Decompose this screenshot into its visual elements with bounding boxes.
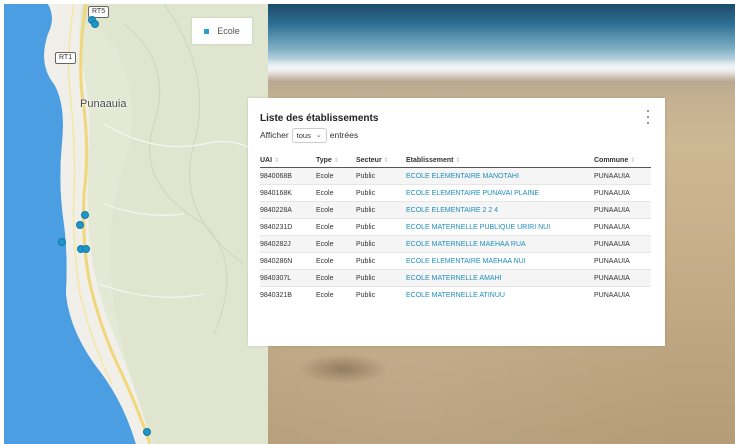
cell-etablissement-link[interactable]: ECOLE MATERNELLE PUBLIQUE URIRI NUI xyxy=(406,218,594,236)
school-marker[interactable] xyxy=(58,238,66,246)
cell-etablissement-link[interactable]: ECOLE MATERNELLE MAEHAA RUA xyxy=(406,235,594,253)
cell-secteur: Public xyxy=(356,269,406,287)
route-badge-rt1: RT1 xyxy=(55,52,77,64)
cell-commune: PUNAAUIA xyxy=(594,184,651,202)
sort-icon: ⇕ xyxy=(333,157,339,164)
cell-type: Ecole xyxy=(316,252,356,270)
cell-uai: 9840231D xyxy=(260,218,316,236)
column-header-type[interactable]: Type ⇕ xyxy=(316,153,356,168)
cell-type: Ecole xyxy=(316,218,356,236)
cell-uai: 9840321B xyxy=(260,286,316,303)
cell-etablissement-link[interactable]: ECOLE ELEMENTAIRE 2 2 4 xyxy=(406,201,594,219)
show-prefix-label: Afficher xyxy=(260,130,289,140)
cell-secteur: Public xyxy=(356,252,406,270)
cell-etablissement-link[interactable]: ECOLE MATERNELLE ATINUU xyxy=(406,286,594,303)
table-row: 9840307L Ecole Public ECOLE MATERNELLE A… xyxy=(260,269,651,287)
cell-commune: PUNAAUIA xyxy=(594,252,651,270)
table-row: 9840321B Ecole Public ECOLE MATERNELLE A… xyxy=(260,286,651,303)
chevron-down-icon: ⌄ xyxy=(315,132,322,139)
page-length-value: tous xyxy=(296,130,311,140)
school-marker[interactable] xyxy=(76,221,84,229)
cell-secteur: Public xyxy=(356,167,406,185)
column-header-secteur[interactable]: Secteur ⇕ xyxy=(356,153,406,168)
table-row: 9840228A Ecole Public ECOLE ELEMENTAIRE … xyxy=(260,201,651,219)
cell-secteur: Public xyxy=(356,184,406,202)
table-row: 9840286N Ecole Public ECOLE ELEMENTAIRE … xyxy=(260,252,651,270)
column-header-commune[interactable]: Commune ⇕ xyxy=(594,153,651,168)
cell-etablissement-link[interactable]: ECOLE ELEMENTAIRE PUNAVAI PLAINE xyxy=(406,184,594,202)
cell-type: Ecole xyxy=(316,167,356,185)
show-suffix-label: entrées xyxy=(329,130,359,140)
cell-etablissement-link[interactable]: ECOLE MATERNELLE AMAHI xyxy=(406,269,594,287)
sort-icon: ⇕ xyxy=(455,157,461,164)
cell-type: Ecole xyxy=(316,286,356,303)
cell-etablissement-link[interactable]: ECOLE ELEMENTAIRE MANOTAHI xyxy=(406,167,594,185)
panel-title: Liste des établissements xyxy=(260,113,379,124)
cell-commune: PUNAAUIA xyxy=(594,286,651,303)
table-row: 9840168K Ecole Public ECOLE ELEMENTAIRE … xyxy=(260,184,651,202)
school-marker[interactable] xyxy=(143,428,151,436)
cell-secteur: Public xyxy=(356,286,406,303)
sort-icon: ⇕ xyxy=(383,157,389,164)
column-header-uai[interactable]: UAI ⇕ xyxy=(260,153,316,168)
map-place-label: Punaauia xyxy=(80,98,127,110)
school-marker[interactable] xyxy=(82,245,90,253)
cell-uai: 9840307L xyxy=(260,269,316,287)
school-marker[interactable] xyxy=(81,211,89,219)
legend-label: Ecole xyxy=(217,26,240,36)
cell-type: Ecole xyxy=(316,269,356,287)
cell-commune: PUNAAUIA xyxy=(594,218,651,236)
table-header-row: UAI ⇕ Type ⇕ Secteur ⇕ Etablissement ⇕ Commu… xyxy=(260,153,651,168)
cell-commune: PUNAAUIA xyxy=(594,201,651,219)
beach-foam xyxy=(268,59,735,81)
table-row: 9840282J Ecole Public ECOLE MATERNELLE M… xyxy=(260,235,651,253)
page-length-select[interactable]: tous ⌄ xyxy=(291,127,327,143)
more-options-icon[interactable] xyxy=(645,110,651,124)
establishments-table: UAI ⇕ Type ⇕ Secteur ⇕ Etablissement ⇕ Commu… xyxy=(260,153,651,303)
page-length-control: Afficher tous ⌄ entrées xyxy=(260,127,359,143)
establishments-panel: Liste des établissements Afficher tous ⌄… xyxy=(248,98,665,346)
cell-etablissement-link[interactable]: ECOLE ELEMENTAIRE MAEHAA NUI xyxy=(406,252,594,270)
cell-secteur: Public xyxy=(356,201,406,219)
beach-footprint xyxy=(298,354,388,384)
cell-secteur: Public xyxy=(356,218,406,236)
map-legend: Ecole xyxy=(192,18,252,44)
table-row: 9840231D Ecole Public ECOLE MATERNELLE P… xyxy=(260,218,651,236)
sort-icon: ⇕ xyxy=(274,157,280,164)
school-marker[interactable] xyxy=(91,20,99,28)
cell-commune: PUNAAUIA xyxy=(594,235,651,253)
column-header-etablissement[interactable]: Etablissement ⇕ xyxy=(406,153,594,168)
cell-uai: 9840168K xyxy=(260,184,316,202)
table-row: 9840068B Ecole Public ECOLE ELEMENTAIRE … xyxy=(260,167,651,185)
sort-icon: ⇕ xyxy=(630,157,636,164)
map-view[interactable]: RT5 RT1 Punaauia Ecole xyxy=(4,4,268,444)
cell-commune: PUNAAUIA xyxy=(594,167,651,185)
cell-uai: 9840282J xyxy=(260,235,316,253)
cell-secteur: Public xyxy=(356,235,406,253)
cell-type: Ecole xyxy=(316,235,356,253)
cell-uai: 9840228A xyxy=(260,201,316,219)
map-tiles xyxy=(4,4,268,444)
cell-commune: PUNAAUIA xyxy=(594,269,651,287)
cell-type: Ecole xyxy=(316,184,356,202)
cell-uai: 9840068B xyxy=(260,167,316,185)
legend-swatch xyxy=(204,28,210,34)
cell-uai: 9840286N xyxy=(260,252,316,270)
cell-type: Ecole xyxy=(316,201,356,219)
